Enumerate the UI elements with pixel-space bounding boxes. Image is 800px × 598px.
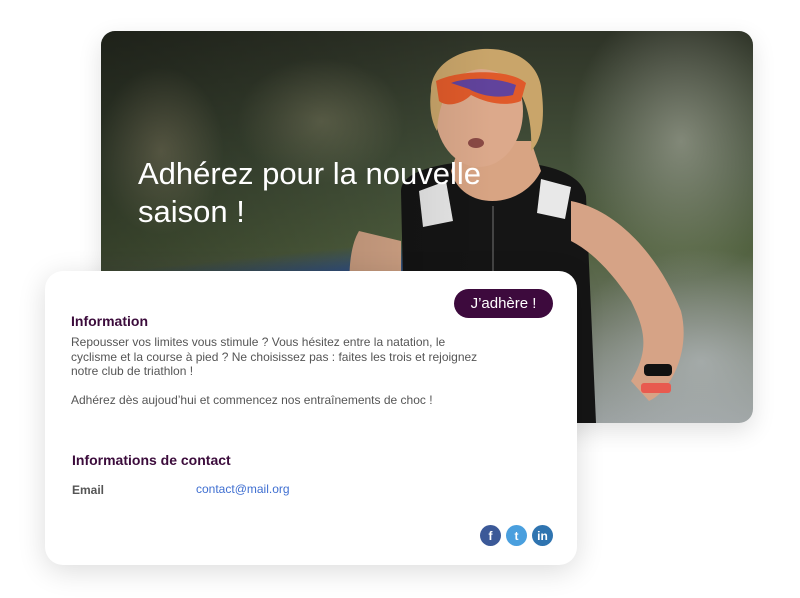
information-heading: Information [71,313,148,329]
facebook-icon[interactable]: f [480,525,501,546]
join-button[interactable]: J’adhère ! [454,289,553,318]
twitter-icon[interactable]: t [506,525,527,546]
email-link[interactable]: contact@mail.org [196,482,290,496]
information-paragraph-1: Repousser vos limites vous stimule ? Vou… [71,335,478,378]
email-label: Email [72,483,105,497]
information-text: Repousser vos limites vous stimule ? Vou… [71,335,491,421]
contact-heading: Informations de contact [72,452,231,468]
hero-title: Adhérez pour la nouvelle saison ! [138,156,481,229]
information-paragraph-2: Adhérez dès aujoud’hui et commencez nos … [71,392,433,407]
info-card: J’adhère ! Information Repousser vos lim… [45,271,577,565]
social-links: f t in [480,525,553,546]
linkedin-icon[interactable]: in [532,525,553,546]
